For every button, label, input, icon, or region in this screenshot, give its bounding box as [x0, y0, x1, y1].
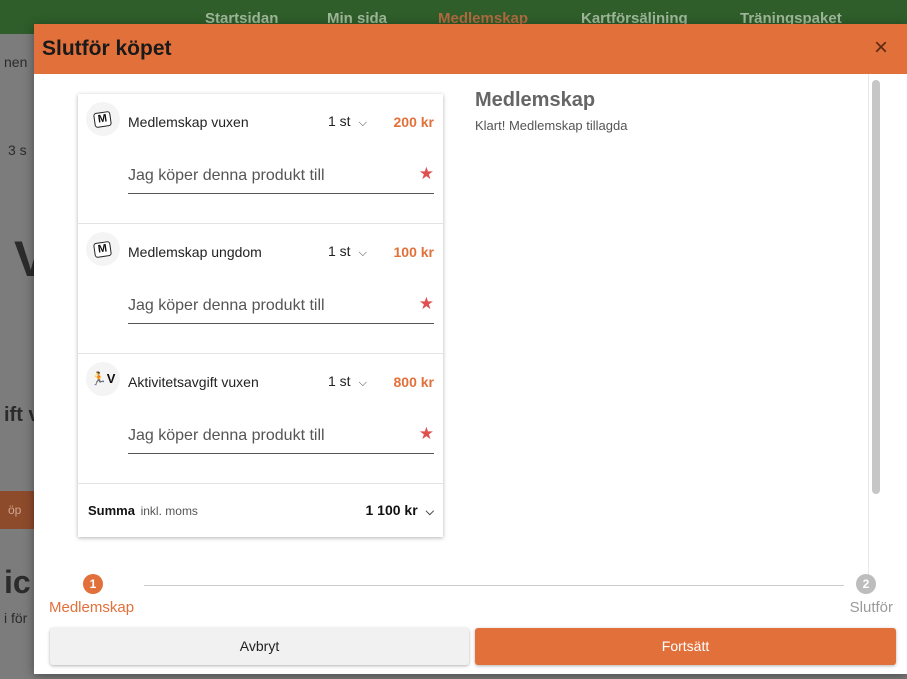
scroll-track: [868, 74, 869, 582]
recipient-input[interactable]: [128, 424, 408, 448]
quantity-select[interactable]: 1 st ⌵: [328, 373, 367, 390]
summary-sublabel: inkl. moms: [140, 504, 198, 518]
recipient-field[interactable]: ★: [128, 414, 434, 454]
cart-item: M Medlemskap vuxen 1 st⌵ 200 kr ★: [78, 94, 443, 224]
stepper-line: [144, 585, 844, 586]
cart-item: 🏃V Aktivitetsavgift vuxen 1 st⌵ 800 kr ★: [78, 354, 443, 484]
recipient-input[interactable]: [128, 294, 408, 318]
modal-title: Slutför köpet: [42, 37, 172, 60]
required-star-icon: ★: [418, 424, 434, 443]
close-icon[interactable]: ×: [869, 36, 893, 60]
quantity-select[interactable]: 1 st ⌵: [328, 113, 367, 130]
modal-header: Slutför köpet ×: [34, 24, 907, 74]
item-name: Medlemskap ungdom: [128, 244, 262, 260]
background-buy-button: öp: [0, 491, 36, 529]
chevron-down-icon: ⌵: [358, 377, 367, 389]
cart-summary[interactable]: Summa inkl. moms 1 100 kr ⌵: [78, 484, 443, 537]
summary-label: Summa inkl. moms: [88, 503, 198, 518]
info-text: Klart! Medlemskap tillagda: [475, 118, 628, 133]
item-name: Aktivitetsavgift vuxen: [128, 374, 259, 390]
background-text: nen: [4, 54, 28, 70]
ticket-icon: M: [86, 102, 120, 136]
step-1-label: Medlemskap: [49, 599, 135, 616]
background-text: i för: [4, 610, 28, 626]
required-star-icon: ★: [418, 164, 434, 183]
recipient-input[interactable]: [128, 164, 408, 188]
step-1-indicator: 1: [83, 574, 103, 594]
checkout-modal: Slutför köpet × M Medlemskap vuxen 1 st ⌵…: [34, 24, 907, 674]
item-name: Medlemskap vuxen: [128, 114, 249, 130]
chevron-down-icon: ⌵: [358, 117, 367, 129]
background-text: 3 s: [8, 142, 27, 158]
cart-card: M Medlemskap vuxen 1 st⌵ 200 kr ★ M Medl…: [78, 94, 443, 537]
cancel-button[interactable]: Avbryt: [50, 628, 469, 665]
background-text: ic: [4, 564, 31, 600]
continue-button[interactable]: Fortsätt: [475, 628, 896, 665]
scrollbar[interactable]: [872, 80, 880, 494]
runner-icon: 🏃V: [86, 362, 120, 396]
ticket-icon: M: [86, 232, 120, 266]
item-price: 100 kr: [393, 244, 434, 260]
modal-body: M Medlemskap vuxen 1 st⌵ 200 kr ★ M Medl…: [34, 74, 907, 582]
step-2-indicator: 2: [856, 574, 876, 594]
required-star-icon: ★: [418, 294, 434, 313]
step-2-label: Slutför: [849, 599, 893, 616]
chevron-down-icon: ⌵: [425, 506, 434, 518]
cart-item: M Medlemskap ungdom 1 st⌵ 100 kr ★: [78, 224, 443, 354]
item-price: 200 kr: [393, 114, 434, 130]
chevron-down-icon: ⌵: [358, 247, 367, 259]
summary-total: 1 100 kr ⌵: [365, 502, 434, 518]
recipient-field[interactable]: ★: [128, 284, 434, 324]
recipient-field[interactable]: ★: [128, 154, 434, 194]
quantity-select[interactable]: 1 st ⌵: [328, 243, 367, 260]
item-price: 800 kr: [393, 374, 434, 390]
info-title: Medlemskap: [475, 89, 596, 111]
